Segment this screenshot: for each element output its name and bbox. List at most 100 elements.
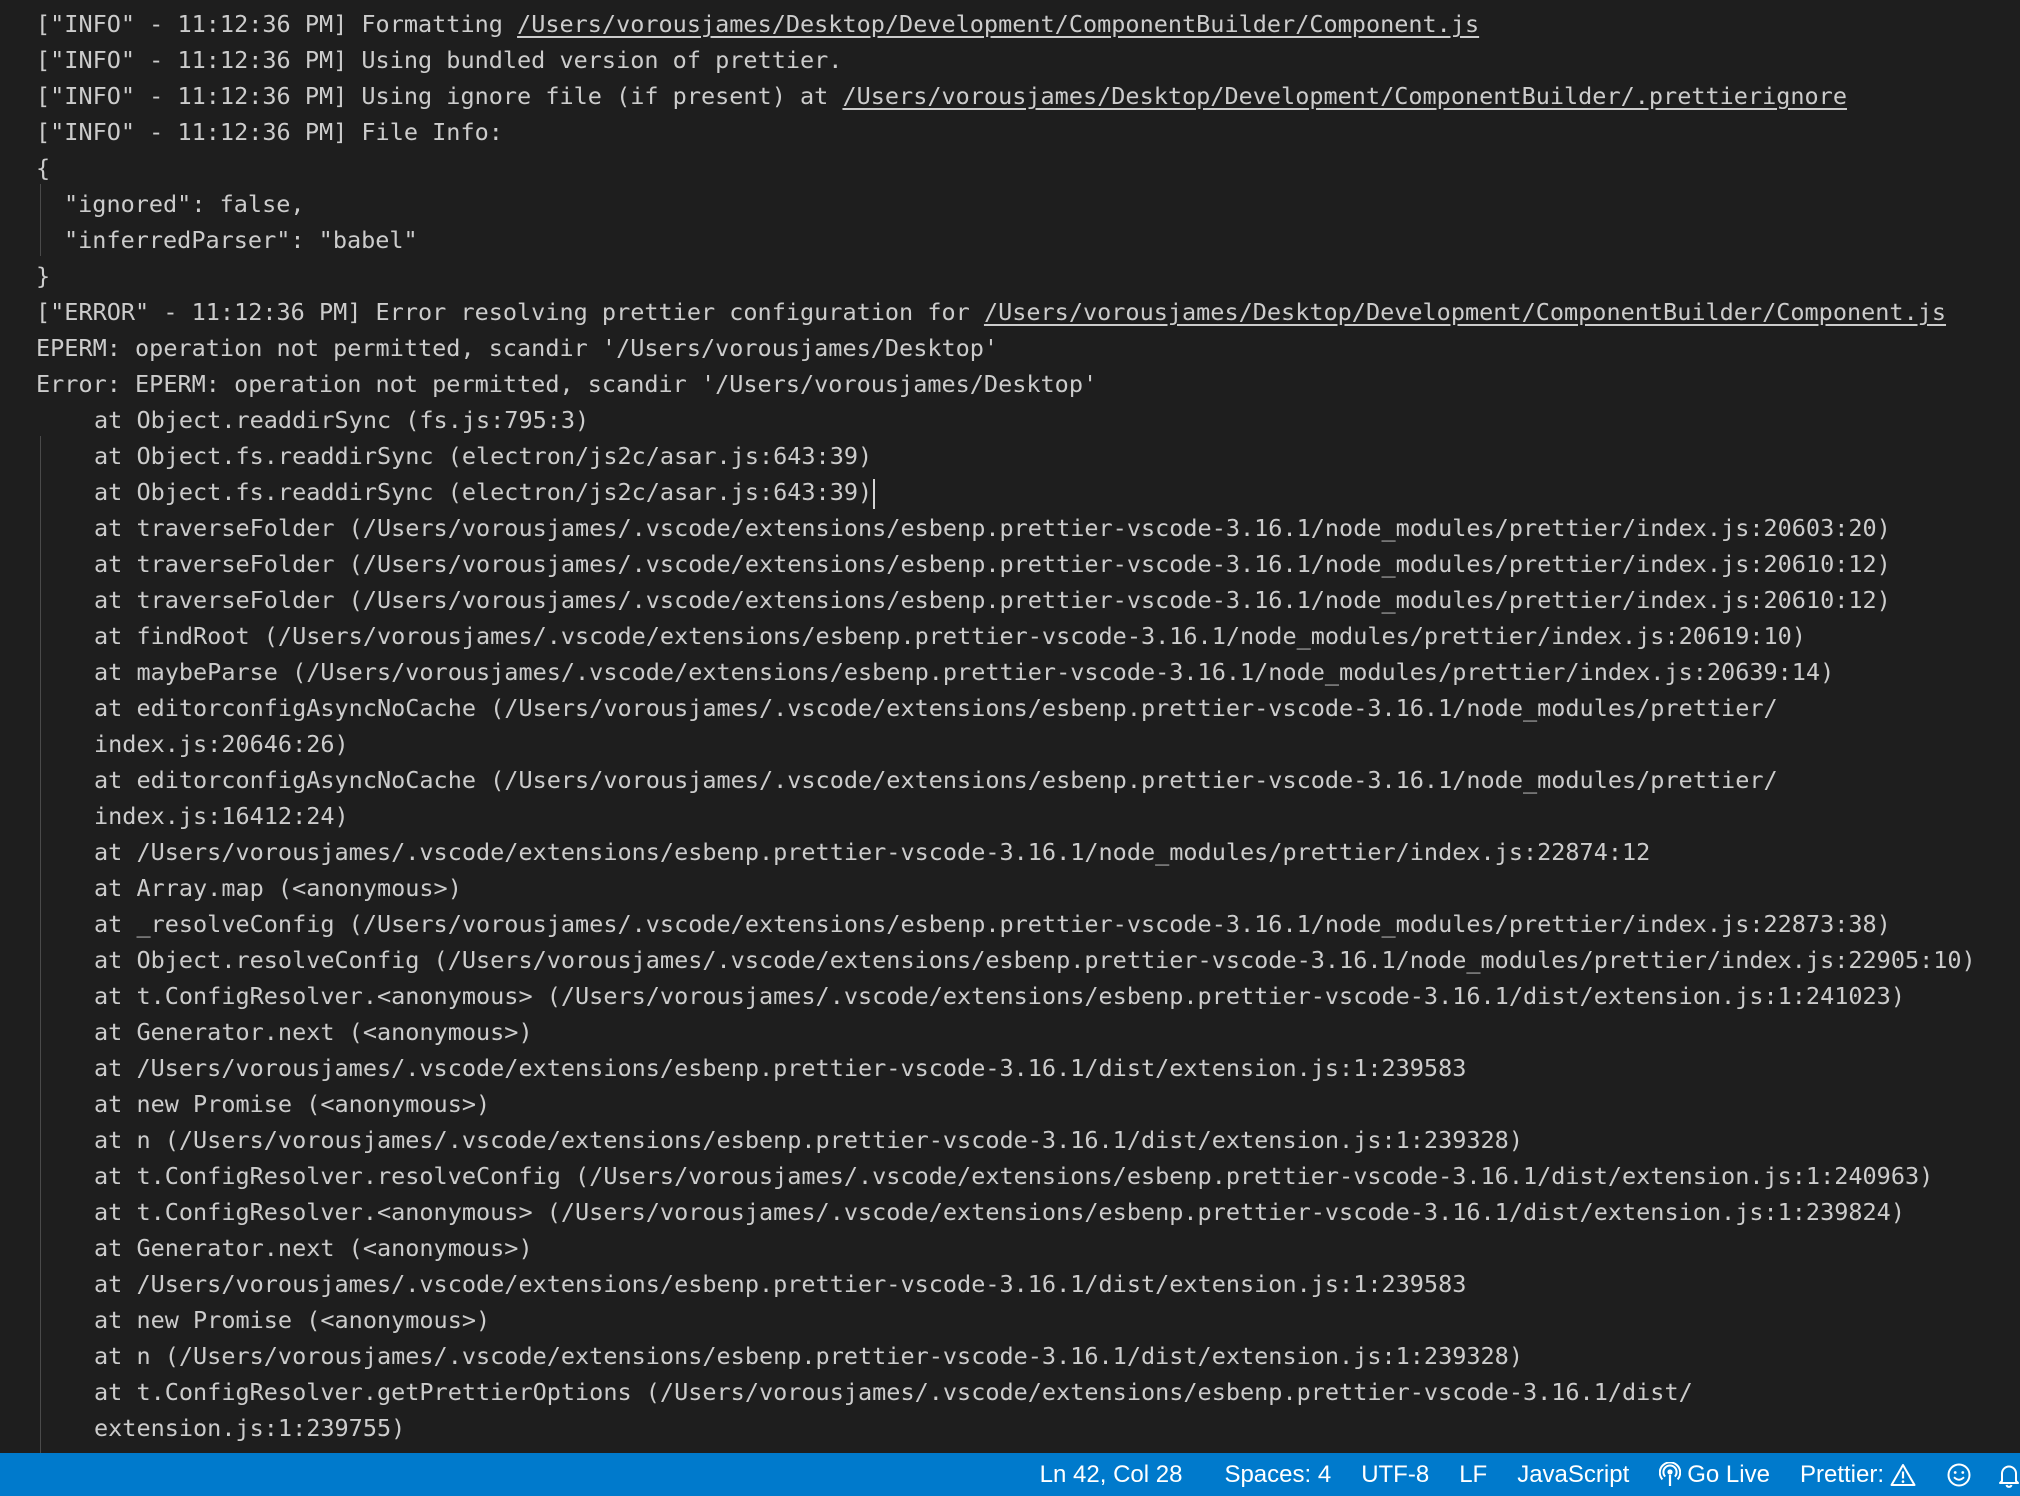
log-text: at t.ConfigResolver.getPrettierOptions (… (94, 1378, 1693, 1406)
log-text: at /Users/vorousjames/.vscode/extensions… (94, 1270, 1467, 1298)
log-text: at t.ConfigResolver.<anonymous> (/Users/… (94, 1198, 1905, 1226)
log-line: ["ERROR" - 11:12:36 PM] Error resolving … (36, 294, 1946, 330)
notifications-button[interactable] (1984, 1453, 2020, 1496)
log-text: index.js:16412:24) (94, 802, 349, 830)
log-line: at /Users/vorousjames/.vscode/extensions… (94, 834, 1650, 870)
log-text: at Object.fs.readdirSync (electron/js2c/… (94, 478, 873, 506)
log-line: at new Promise (<anonymous>) (94, 1302, 490, 1338)
log-line: at maybeParse (/Users/vorousjames/.vscod… (94, 654, 1834, 690)
indentation-setting[interactable]: Spaces: 4 (1212, 1453, 1343, 1496)
text-cursor (873, 478, 876, 509)
log-line: at t.ConfigResolver.getPrettierOptions (… (94, 1374, 1693, 1410)
log-text: at traverseFolder (/Users/vorousjames/.v… (94, 586, 1891, 614)
log-text: at traverseFolder (/Users/vorousjames/.v… (94, 550, 1891, 578)
log-text: at traverseFolder (/Users/vorousjames/.v… (94, 514, 1891, 542)
log-text: at Generator.next (<anonymous>) (94, 1018, 533, 1046)
go-live-button[interactable]: Go Live (1647, 1453, 1782, 1496)
log-text: at n (/Users/vorousjames/.vscode/extensi… (94, 1126, 1523, 1154)
file-path-link[interactable]: /Users/vorousjames/Desktop/Development/C… (517, 10, 1479, 38)
log-line: at editorconfigAsyncNoCache (/Users/voro… (94, 762, 1778, 798)
log-text: "inferredParser": "babel" (64, 226, 418, 254)
log-text: ["ERROR" - 11:12:36 PM] Error resolving … (36, 298, 984, 326)
log-text: at /Users/vorousjames/.vscode/extensions… (94, 838, 1651, 866)
log-text: ["INFO" - 11:12:36 PM] Formatting (36, 10, 518, 38)
log-line: at traverseFolder (/Users/vorousjames/.v… (94, 582, 1891, 618)
log-line: at Generator.next (<anonymous>) (94, 1230, 533, 1266)
log-line: "inferredParser": "babel" (64, 222, 418, 258)
log-line: Error: EPERM: operation not permitted, s… (36, 366, 1097, 402)
prettier-status[interactable]: Prettier: (1788, 1453, 1928, 1496)
log-text: at /Users/vorousjames/.vscode/extensions… (94, 1054, 1467, 1082)
file-path-link[interactable]: /Users/vorousjames/Desktop/Development/C… (984, 298, 1946, 326)
log-text: } (36, 262, 51, 290)
log-text: ["INFO" - 11:12:36 PM] Using bundled ver… (36, 46, 843, 74)
log-text: at editorconfigAsyncNoCache (/Users/voro… (94, 766, 1778, 794)
line-ending-setting[interactable]: LF (1447, 1453, 1499, 1496)
indent-guide-stack (40, 436, 41, 1453)
log-line: ["INFO" - 11:12:36 PM] File Info: (36, 114, 503, 150)
output-panel[interactable]: ["INFO" - 11:12:36 PM] Formatting /Users… (0, 0, 2020, 1453)
log-line: at Object.fs.readdirSync (electron/js2c/… (94, 474, 876, 510)
log-line: at n (/Users/vorousjames/.vscode/extensi… (94, 1338, 1523, 1374)
file-path-link[interactable]: /Users/vorousjames/Desktop/Development/C… (842, 82, 1847, 110)
log-line: at t.ConfigResolver.<anonymous> (/Users/… (94, 1194, 1905, 1230)
log-text: at editorconfigAsyncNoCache (/Users/voro… (94, 694, 1778, 722)
log-line: at Array.map (<anonymous>) (94, 870, 462, 906)
log-line: index.js:16412:24) (94, 798, 349, 834)
log-text: ["INFO" - 11:12:36 PM] File Info: (36, 118, 503, 146)
log-text: ["INFO" - 11:12:36 PM] Using ignore file… (36, 82, 843, 110)
log-text: at Array.map (<anonymous>) (94, 874, 462, 902)
log-text: at maybeParse (/Users/vorousjames/.vscod… (94, 658, 1835, 686)
log-line: at t.ConfigResolver.resolveConfig (/User… (94, 1158, 1933, 1194)
log-line: at Object.fs.readdirSync (electron/js2c/… (94, 438, 872, 474)
log-text: at Object.resolveConfig (/Users/vorousja… (94, 946, 1976, 974)
log-line: at traverseFolder (/Users/vorousjames/.v… (94, 546, 1891, 582)
log-line: { (36, 150, 50, 186)
log-text: index.js:20646:26) (94, 730, 349, 758)
log-line: extension.js:1:239755) (94, 1410, 405, 1446)
log-text: { (36, 154, 51, 182)
log-text: at _resolveConfig (/Users/vorousjames/.v… (94, 910, 1891, 938)
encoding-label: UTF-8 (1361, 1460, 1430, 1488)
indentation-label: Spaces: 4 (1224, 1460, 1332, 1488)
bell-icon (1996, 1462, 2020, 1488)
log-text: Error: EPERM: operation not permitted, s… (36, 370, 1098, 398)
log-line: at Object.resolveConfig (/Users/vorousja… (94, 942, 1976, 978)
log-line: at findRoot (/Users/vorousjames/.vscode/… (94, 618, 1806, 654)
feedback-button[interactable] (1934, 1453, 1984, 1496)
log-text: at new Promise (<anonymous>) (94, 1306, 491, 1334)
log-text: at Object.fs.readdirSync (electron/js2c/… (94, 442, 873, 470)
log-line: at /Users/vorousjames/.vscode/extensions… (94, 1050, 1466, 1086)
warning-icon (1890, 1463, 1916, 1487)
line-ending-label: LF (1459, 1460, 1488, 1488)
log-line: at Generator.next (<anonymous>) (94, 1014, 533, 1050)
log-line: at Object.readdirSync (fs.js:795:3) (94, 402, 589, 438)
language-mode[interactable]: JavaScript (1505, 1453, 1641, 1496)
log-text: extension.js:1:239755) (94, 1414, 406, 1442)
log-line: at /Users/vorousjames/.vscode/extensions… (94, 1266, 1466, 1302)
log-text: "ignored": false, (64, 190, 305, 218)
log-line: ["INFO" - 11:12:36 PM] Using bundled ver… (36, 42, 842, 78)
cursor-position-label: Ln 42, Col 28 (1039, 1460, 1183, 1488)
log-text: at n (/Users/vorousjames/.vscode/extensi… (94, 1342, 1523, 1370)
log-line: at editorconfigAsyncNoCache (/Users/voro… (94, 690, 1778, 726)
log-text: at Object.readdirSync (fs.js:795:3) (94, 406, 590, 434)
language-label: JavaScript (1517, 1460, 1630, 1488)
log-line: at traverseFolder (/Users/vorousjames/.v… (94, 510, 1891, 546)
log-text: at findRoot (/Users/vorousjames/.vscode/… (94, 622, 1806, 650)
log-text: at Generator.next (<anonymous>) (94, 1234, 533, 1262)
prettier-label: Prettier: (1799, 1460, 1884, 1488)
log-line: ["INFO" - 11:12:36 PM] Formatting /Users… (36, 6, 1479, 42)
broadcast-icon (1659, 1461, 1682, 1488)
smiley-icon (1946, 1462, 1972, 1488)
log-line: ["INFO" - 11:12:36 PM] Using ignore file… (36, 78, 1847, 114)
log-line: "ignored": false, (64, 186, 305, 222)
encoding-setting[interactable]: UTF-8 (1349, 1453, 1441, 1496)
go-live-label: Go Live (1687, 1460, 1770, 1488)
indent-guide-json (40, 184, 41, 256)
log-line: at new Promise (<anonymous>) (94, 1086, 490, 1122)
log-line: } (36, 258, 50, 294)
cursor-position[interactable]: Ln 42, Col 28 (1028, 1453, 1195, 1496)
log-line: at t.ConfigResolver.<anonymous> (/Users/… (94, 978, 1905, 1014)
log-text: EPERM: operation not permitted, scandir … (36, 334, 999, 362)
